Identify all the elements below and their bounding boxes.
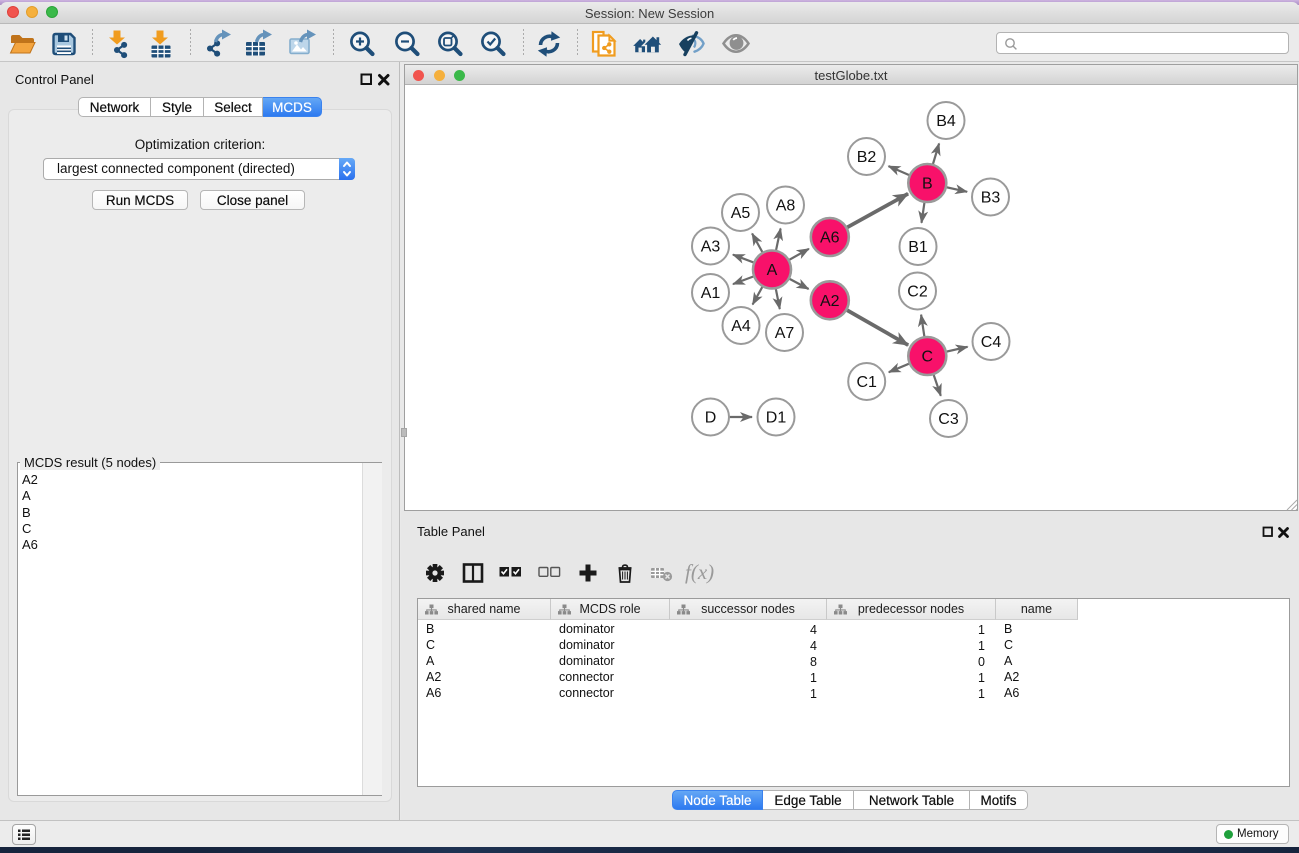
svg-text:A6: A6: [820, 230, 840, 247]
svg-text:A1: A1: [701, 285, 721, 302]
svg-text:A4: A4: [731, 318, 751, 335]
svg-text:C: C: [922, 349, 934, 366]
svg-text:D: D: [705, 410, 717, 427]
svg-text:D1: D1: [766, 410, 787, 427]
svg-text:A8: A8: [776, 198, 796, 215]
svg-text:A7: A7: [775, 325, 795, 342]
svg-text:B: B: [922, 176, 933, 193]
svg-text:A5: A5: [731, 205, 751, 222]
svg-text:A3: A3: [701, 239, 721, 256]
svg-text:C3: C3: [938, 411, 959, 428]
svg-text:C4: C4: [981, 334, 1002, 351]
svg-text:A: A: [767, 262, 778, 279]
svg-text:C1: C1: [856, 374, 877, 391]
svg-text:B4: B4: [936, 113, 956, 130]
svg-text:A2: A2: [820, 293, 840, 310]
svg-text:B1: B1: [908, 239, 928, 256]
svg-text:C2: C2: [907, 284, 928, 301]
svg-text:B2: B2: [857, 149, 877, 166]
svg-text:B3: B3: [981, 190, 1001, 207]
